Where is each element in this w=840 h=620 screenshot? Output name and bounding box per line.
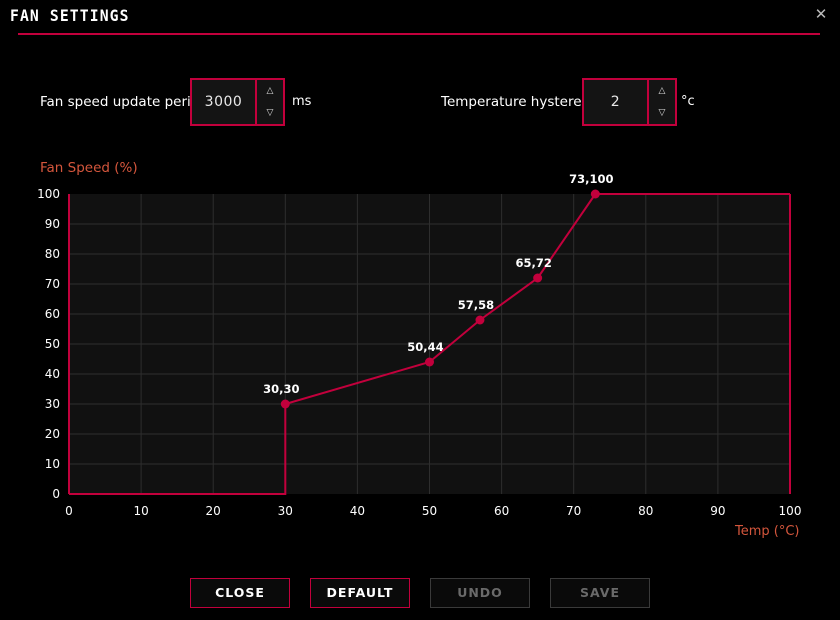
chart-y-tick: 100 <box>37 187 60 201</box>
title-divider <box>18 33 820 35</box>
chart-y-tick: 40 <box>45 367 60 381</box>
temperature-hysteresis-arrows: △ ▽ <box>647 80 675 124</box>
chart-x-tick: 30 <box>278 504 293 518</box>
chart-y-tick: 90 <box>45 217 60 231</box>
chart-y-tick: 50 <box>45 337 60 351</box>
chart-canvas[interactable]: 30,30 50,44 57,58 65,72 73,100 0 10 20 30 40 50 60 7… <box>0 150 840 550</box>
chart-y-tick: 0 <box>52 487 60 501</box>
chart-x-tick: 10 <box>133 504 148 518</box>
temperature-hysteresis-unit: °c <box>681 94 695 109</box>
page-title: FAN SETTINGS <box>10 6 130 25</box>
chart-x-tick: 60 <box>494 504 509 518</box>
fan-curve-point[interactable] <box>590 189 600 199</box>
chart-y-tick: 10 <box>45 457 60 471</box>
chart-y-tick: 80 <box>45 247 60 261</box>
fan-speed-update-period-increment-icon[interactable]: △ <box>257 80 283 102</box>
close-button[interactable]: CLOSE <box>190 578 290 608</box>
save-button: SAVE <box>550 578 650 608</box>
chart-y-tick: 60 <box>45 307 60 321</box>
fan-speed-update-period-input[interactable]: 3000 <box>192 80 255 124</box>
fan-curve-point-label: 50,44 <box>407 340 443 354</box>
fan-curve-point[interactable] <box>475 315 485 325</box>
fan-speed-update-period-arrows: △ ▽ <box>255 80 283 124</box>
undo-button: UNDO <box>430 578 530 608</box>
chart-x-tick: 80 <box>638 504 653 518</box>
fan-speed-update-period-label: Fan speed update period: <box>40 94 213 110</box>
fan-curve-point[interactable] <box>425 357 434 367</box>
chart-y-tick: 30 <box>45 397 60 411</box>
chart-x-tick: 90 <box>710 504 725 518</box>
chart-y-tick: 70 <box>45 277 60 291</box>
dialog-button-bar: CLOSE DEFAULT UNDO SAVE <box>0 570 840 610</box>
fan-speed-update-period-decrement-icon[interactable]: ▽ <box>257 102 283 124</box>
temperature-hysteresis-label: Temperature hysteresis: <box>441 94 604 110</box>
chart-x-tick: 50 <box>422 504 437 518</box>
fan-curve-point-label: 73,100 <box>569 172 613 186</box>
close-icon[interactable]: ✕ <box>811 4 831 24</box>
chart-x-tick: 20 <box>206 504 221 518</box>
temperature-hysteresis-decrement-icon[interactable]: ▽ <box>649 102 675 124</box>
temperature-hysteresis-input[interactable]: 2 <box>584 80 647 124</box>
fan-curve-point-label: 30,30 <box>263 382 299 396</box>
chart-x-tick: 100 <box>779 504 802 518</box>
default-button[interactable]: DEFAULT <box>310 578 410 608</box>
chart-x-tick: 40 <box>350 504 365 518</box>
fan-speed-update-period-unit: ms <box>292 94 312 109</box>
fan-curve-point-label: 57,58 <box>458 298 494 312</box>
fan-curve-chart[interactable]: Fan Speed (%) Temp (°C) 30,30 50,44 57,58 6… <box>0 150 840 550</box>
fan-curve-point-label: 65,72 <box>515 256 551 270</box>
temperature-hysteresis-stepper[interactable]: 2 △ ▽ <box>582 78 677 126</box>
fan-curve-point[interactable] <box>280 399 290 409</box>
chart-x-tick: 0 <box>65 504 73 518</box>
temperature-hysteresis-increment-icon[interactable]: △ <box>649 80 675 102</box>
title-bar: FAN SETTINGS ✕ <box>0 0 840 35</box>
chart-x-tick: 70 <box>566 504 581 518</box>
fan-speed-update-period-stepper[interactable]: 3000 △ ▽ <box>190 78 285 126</box>
chart-y-tick: 20 <box>45 427 60 441</box>
fan-curve-point[interactable] <box>533 273 543 283</box>
